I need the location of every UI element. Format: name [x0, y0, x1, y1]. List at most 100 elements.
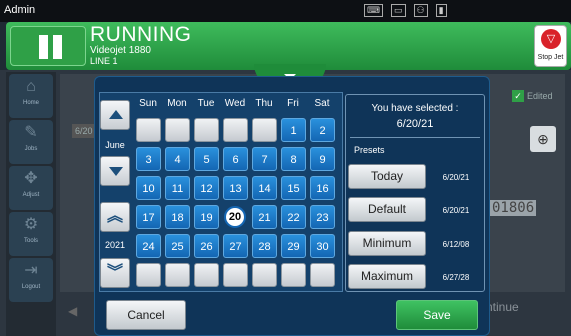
day-cell[interactable]: 3: [136, 147, 161, 171]
day-cell[interactable]: 10: [136, 176, 161, 200]
back-arrow-icon[interactable]: ◀: [68, 304, 77, 318]
day-cell[interactable]: 18: [165, 205, 190, 229]
status-icons: ⌨ ▭ ⚇ ▮: [364, 4, 447, 17]
day-cell[interactable]: 27: [223, 234, 248, 258]
day-cell[interactable]: 24: [136, 234, 161, 258]
double-chevron-down-icon: ︾: [106, 264, 123, 281]
year-label: 2021: [104, 240, 126, 250]
day-cell[interactable]: 6: [223, 147, 248, 171]
empty-day-cell: [194, 263, 219, 287]
weekday-label: Fri: [287, 98, 299, 109]
day-cell[interactable]: 29: [281, 234, 306, 258]
sidebar-item-adjust[interactable]: ✥ Adjust: [9, 166, 53, 210]
day-cell[interactable]: 22: [281, 205, 306, 229]
system-bar: Admin ⌨ ▭ ⚇ ▮: [0, 0, 571, 22]
day-cell[interactable]: 23: [310, 205, 335, 229]
sidebar-item-label: Jobs: [24, 146, 38, 152]
printer-model: Videojet 1880: [90, 45, 151, 56]
empty-day-cell: [223, 118, 248, 142]
sidebar-item-jobs[interactable]: ✎ Jobs: [9, 120, 53, 164]
day-cell[interactable]: 13: [223, 176, 248, 200]
selected-date: 6/20/21: [396, 118, 434, 130]
prev-year-button[interactable]: ︽: [100, 202, 130, 232]
selection-title: You have selected :: [371, 103, 459, 114]
day-cell[interactable]: 19: [194, 205, 219, 229]
stop-jet-button[interactable]: ▽ Stop Jet: [534, 25, 567, 67]
battery-status-icon: ▮: [435, 4, 447, 17]
home-icon: ⌂: [26, 78, 36, 95]
day-cell[interactable]: 4: [165, 147, 190, 171]
day-cell[interactable]: 8: [281, 147, 306, 171]
sidebar-item-home[interactable]: ⌂ Home: [9, 74, 53, 118]
save-button[interactable]: Save: [396, 300, 478, 330]
network-status-icon: ⚇: [413, 4, 428, 17]
day-cell[interactable]: 11: [165, 176, 190, 200]
selected-day-cell[interactable]: 20: [224, 206, 246, 228]
empty-day-cell: [223, 263, 248, 287]
sidebar: ⌂ Home ✎ Jobs ✥ Adjust ⚙ Tools ⇥ Logout: [6, 72, 56, 336]
day-cell[interactable]: 1: [281, 118, 306, 142]
empty-day-cell: [136, 118, 161, 142]
month-label: June: [105, 140, 125, 150]
day-cell[interactable]: 26: [194, 234, 219, 258]
preset-maximum-button[interactable]: Maximum: [348, 264, 426, 289]
next-month-button[interactable]: [100, 156, 130, 186]
arrow-down-icon: [109, 167, 123, 176]
printer-status-header: RUNNING Videojet 1880 LINE 1 ▽ Stop Jet: [6, 22, 571, 70]
presets-label: Presets: [354, 145, 385, 155]
day-cell[interactable]: 25: [165, 234, 190, 258]
empty-day-cell: [252, 118, 277, 142]
empty-day-cell: [310, 263, 335, 287]
divider: [350, 137, 480, 138]
cancel-button[interactable]: Cancel: [106, 300, 186, 330]
prev-month-button[interactable]: [100, 100, 130, 130]
day-cell[interactable]: 9: [310, 147, 335, 171]
empty-day-cell: [252, 263, 277, 287]
screen: Admin ⌨ ▭ ⚇ ▮ RUNNING Videojet 1880 LINE…: [0, 0, 571, 336]
continue-button[interactable]: ntinue: [486, 300, 519, 314]
zoom-icon[interactable]: ⊕: [530, 126, 556, 152]
field-value: 6/20: [72, 124, 96, 138]
next-year-button[interactable]: ︾: [100, 258, 130, 288]
check-icon: ✓: [512, 90, 524, 102]
weekday-label: Sat: [314, 98, 330, 109]
jobs-icon: ✎: [24, 124, 38, 141]
day-cell[interactable]: 30: [310, 234, 335, 258]
code-preview: 01806: [490, 200, 537, 216]
user-label: Admin: [4, 4, 36, 16]
adjust-icon: ✥: [24, 170, 38, 187]
day-cell[interactable]: 2: [310, 118, 335, 142]
pause-button[interactable]: [10, 26, 86, 66]
stop-icon: ▽: [541, 29, 561, 49]
double-chevron-up-icon: ︽: [106, 208, 123, 225]
day-cell[interactable]: 15: [281, 176, 306, 200]
line-name: LINE 1: [90, 56, 118, 66]
empty-day-cell: [165, 263, 190, 287]
sidebar-item-tools[interactable]: ⚙ Tools: [9, 212, 53, 256]
logout-icon: ⇥: [24, 262, 38, 279]
preset-minimum-button[interactable]: Minimum: [348, 231, 426, 256]
sidebar-item-label: Logout: [21, 284, 41, 290]
day-cell[interactable]: 28: [252, 234, 277, 258]
preset-date: 6/12/08: [442, 240, 470, 249]
empty-day-cell: [281, 263, 306, 287]
day-cell[interactable]: 14: [252, 176, 277, 200]
sidebar-item-logout[interactable]: ⇥ Logout: [9, 258, 53, 302]
day-cell[interactable]: 21: [252, 205, 277, 229]
day-cell[interactable]: 5: [194, 147, 219, 171]
preset-today-button[interactable]: Today: [348, 164, 426, 189]
tools-icon: ⚙: [23, 216, 39, 233]
empty-day-cell: [165, 118, 190, 142]
pause-icon: [39, 35, 48, 59]
keyboard-status-icon: ⌨: [364, 4, 383, 17]
day-cell[interactable]: 16: [310, 176, 335, 200]
empty-day-cell: [136, 263, 161, 287]
day-cell[interactable]: 7: [252, 147, 277, 171]
day-cell[interactable]: 12: [194, 176, 219, 200]
empty-day-cell: [194, 118, 219, 142]
stop-jet-label: Stop Jet: [537, 54, 564, 61]
day-cell[interactable]: 17: [136, 205, 161, 229]
weekday-label: Wed: [224, 98, 246, 109]
preset-default-button[interactable]: Default: [348, 197, 426, 222]
weekday-label: Mon: [167, 98, 187, 109]
